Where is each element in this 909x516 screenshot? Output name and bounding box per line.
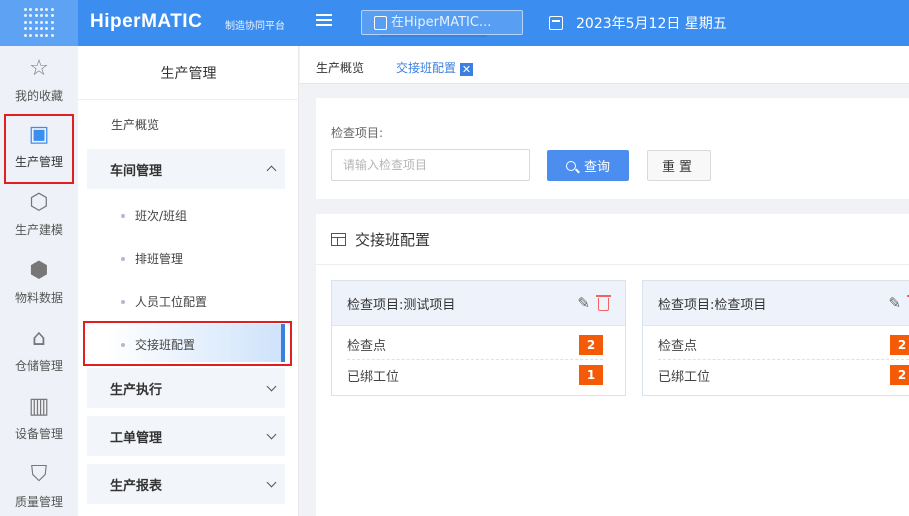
rail-item-quality[interactable]: ⛉ 质量管理	[0, 452, 78, 516]
card-row: 检查点 2	[347, 330, 603, 360]
count-badge: 2	[890, 334, 909, 355]
search-icon	[565, 160, 576, 171]
brand-name: HiperMATIC	[90, 11, 203, 32]
brand-subtitle: 制造协同平台	[225, 21, 285, 32]
rail-item-devices[interactable]: ▥ 设备管理	[0, 384, 78, 452]
sidebar-group-workorders[interactable]: 工单管理	[87, 416, 285, 456]
calendar-icon	[549, 16, 563, 30]
rail-item-materials[interactable]: ⬢ 物料数据	[0, 248, 78, 316]
close-icon[interactable]: ✕	[460, 63, 474, 76]
bullet-icon	[121, 256, 125, 261]
table-icon	[331, 232, 346, 246]
chevron-down-icon	[266, 477, 277, 487]
star-icon: ☆	[29, 55, 49, 81]
app-grid-logo[interactable]	[0, 0, 78, 46]
sub-item-label: 班次/班组	[135, 209, 188, 223]
highlight-box-sidebar	[83, 321, 292, 366]
sidebar-item-overview[interactable]: 生产概览	[111, 116, 159, 133]
filter-panel: 检查项目: 查询 重置	[316, 98, 909, 199]
group-label: 生产报表	[110, 478, 163, 494]
cube-icon: ⬡	[29, 189, 49, 215]
sidebar-group-execution[interactable]: 生产执行	[87, 368, 285, 408]
sub-item-label: 排班管理	[135, 252, 184, 266]
query-button-label: 查询	[583, 160, 610, 175]
sidebar-title: 生产管理	[78, 46, 299, 100]
tab-label: 交接班配置	[396, 61, 457, 75]
chevron-up-icon	[266, 165, 277, 176]
handover-config-panel: 交接班配置 检查项目:测试项目 ✎ 检查点 2 已绑工位 1 检查项目:检查项目…	[316, 214, 909, 516]
rail-item-label: 仓储管理	[14, 358, 63, 373]
card-header: 检查项目:测试项目 ✎	[332, 281, 625, 326]
card-title: 检查项目:测试项目	[347, 297, 456, 313]
module-sidebar: 生产管理 生产概览 车间管理 班次/班组 排班管理 人员工位配置 交接班配置 生…	[78, 46, 299, 516]
highlight-box-rail	[4, 114, 74, 184]
card-row: 检查点 2	[658, 330, 909, 360]
shield-icon: ⛉	[30, 461, 48, 487]
box-icon: ⬢	[29, 257, 49, 283]
rail-item-label: 质量管理	[14, 494, 63, 509]
row-label: 检查点	[347, 339, 387, 354]
count-badge: 1	[579, 365, 603, 385]
dots-grid-icon	[24, 8, 54, 38]
bullet-icon	[121, 299, 125, 304]
card-row: 已绑工位 2	[658, 360, 909, 390]
reset-button[interactable]: 重置	[647, 150, 711, 181]
rail-item-label: 生产建模	[14, 222, 63, 237]
row-label: 已绑工位	[347, 369, 400, 385]
active-tab-indicator	[380, 35, 487, 37]
query-button[interactable]: 查询	[547, 150, 629, 181]
group-label: 车间管理	[110, 163, 163, 179]
filter-label: 检查项目:	[331, 126, 384, 140]
panel-title: 交接班配置	[355, 230, 431, 249]
panel-header: 交接班配置	[316, 214, 909, 265]
edit-icon[interactable]: ✎	[577, 294, 590, 312]
bullet-icon	[121, 213, 125, 218]
count-badge: 2	[579, 334, 603, 355]
check-item-input[interactable]	[331, 149, 530, 181]
top-bar: HiperMATIC 制造协同平台 2023年5月12日 星期五	[0, 0, 909, 46]
tab-overview[interactable]: 生产概览	[316, 59, 364, 76]
search-icon	[374, 15, 387, 30]
edit-icon[interactable]: ✎	[888, 294, 901, 312]
card-title: 检查项目:检查项目	[658, 297, 767, 313]
device-icon: ▥	[28, 393, 50, 419]
chevron-down-icon	[266, 381, 277, 391]
rail-item-label: 设备管理	[14, 426, 63, 441]
row-label: 检查点	[658, 339, 698, 354]
check-item-card: 检查项目:检查项目 ✎ 检查点 2 已绑工位 2	[642, 280, 909, 396]
group-label: 工单管理	[110, 430, 163, 446]
rail-item-label: 物料数据	[14, 290, 63, 305]
sidebar-group-reports[interactable]: 生产报表	[87, 464, 285, 504]
row-label: 已绑工位	[658, 369, 711, 385]
rail-item-modeling[interactable]: ⬡ 生产建模	[0, 180, 78, 248]
global-search[interactable]	[361, 10, 523, 35]
sidebar-item-staff-station[interactable]: 人员工位配置	[121, 293, 207, 310]
current-date: 2023年5月12日 星期五	[576, 16, 727, 32]
rail-item-label: 我的收藏	[14, 88, 63, 103]
warehouse-icon: ⌂	[32, 325, 46, 351]
page-tabs: 生产概览 交接班配置 ✕	[300, 46, 909, 84]
check-item-card: 检查项目:测试项目 ✎ 检查点 2 已绑工位 1	[331, 280, 626, 396]
date-display: 2023年5月12日 星期五	[549, 13, 727, 33]
sidebar-item-scheduling[interactable]: 排班管理	[121, 250, 183, 267]
sidebar-item-shift[interactable]: 班次/班组	[121, 207, 187, 224]
rail-item-favorites[interactable]: ☆ 我的收藏	[0, 46, 78, 114]
count-badge: 2	[890, 365, 909, 385]
sidebar-group-workshop[interactable]: 车间管理	[87, 149, 285, 189]
group-label: 生产执行	[110, 382, 163, 398]
delete-icon[interactable]	[596, 295, 611, 311]
tab-handover[interactable]: 交接班配置 ✕	[396, 59, 474, 76]
card-header: 检查项目:检查项目 ✎	[643, 281, 909, 326]
card-row: 已绑工位 1	[347, 360, 603, 390]
rail-item-warehouse[interactable]: ⌂ 仓储管理	[0, 316, 78, 384]
chevron-down-icon	[266, 429, 277, 439]
menu-toggle-icon[interactable]	[316, 14, 332, 30]
sub-item-label: 人员工位配置	[135, 295, 208, 309]
global-search-input[interactable]	[391, 15, 511, 30]
